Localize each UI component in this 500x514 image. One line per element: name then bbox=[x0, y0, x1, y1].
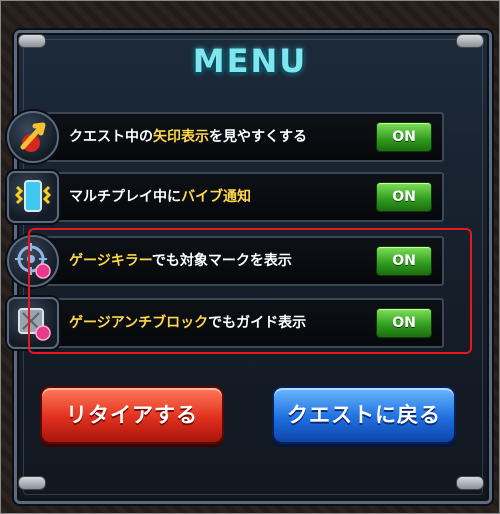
setting-label: マルチプレイ中にバイブ通知 bbox=[69, 189, 251, 205]
return-to-quest-button[interactable]: クエストに戻る bbox=[272, 386, 456, 444]
callout-highlight-box bbox=[28, 228, 472, 354]
phone-vibrate-icon bbox=[7, 171, 59, 223]
setting-label: クエスト中の矢印表示を見やすくする bbox=[69, 129, 307, 145]
setting-row-vibrate: マルチプレイ中にバイブ通知 ON bbox=[7, 171, 444, 223]
toggle-arrow-display[interactable]: ON bbox=[376, 122, 432, 152]
rivet-bottom-right bbox=[456, 476, 484, 490]
retire-button[interactable]: リタイアする bbox=[40, 386, 224, 444]
menu-title: MENU bbox=[192, 42, 308, 80]
rivet-bottom-left bbox=[18, 476, 46, 490]
setting-row-arrow-display: クエスト中の矢印表示を見やすくする ON bbox=[7, 111, 444, 163]
toggle-vibrate[interactable]: ON bbox=[376, 182, 432, 212]
arrow-icon bbox=[7, 111, 59, 163]
